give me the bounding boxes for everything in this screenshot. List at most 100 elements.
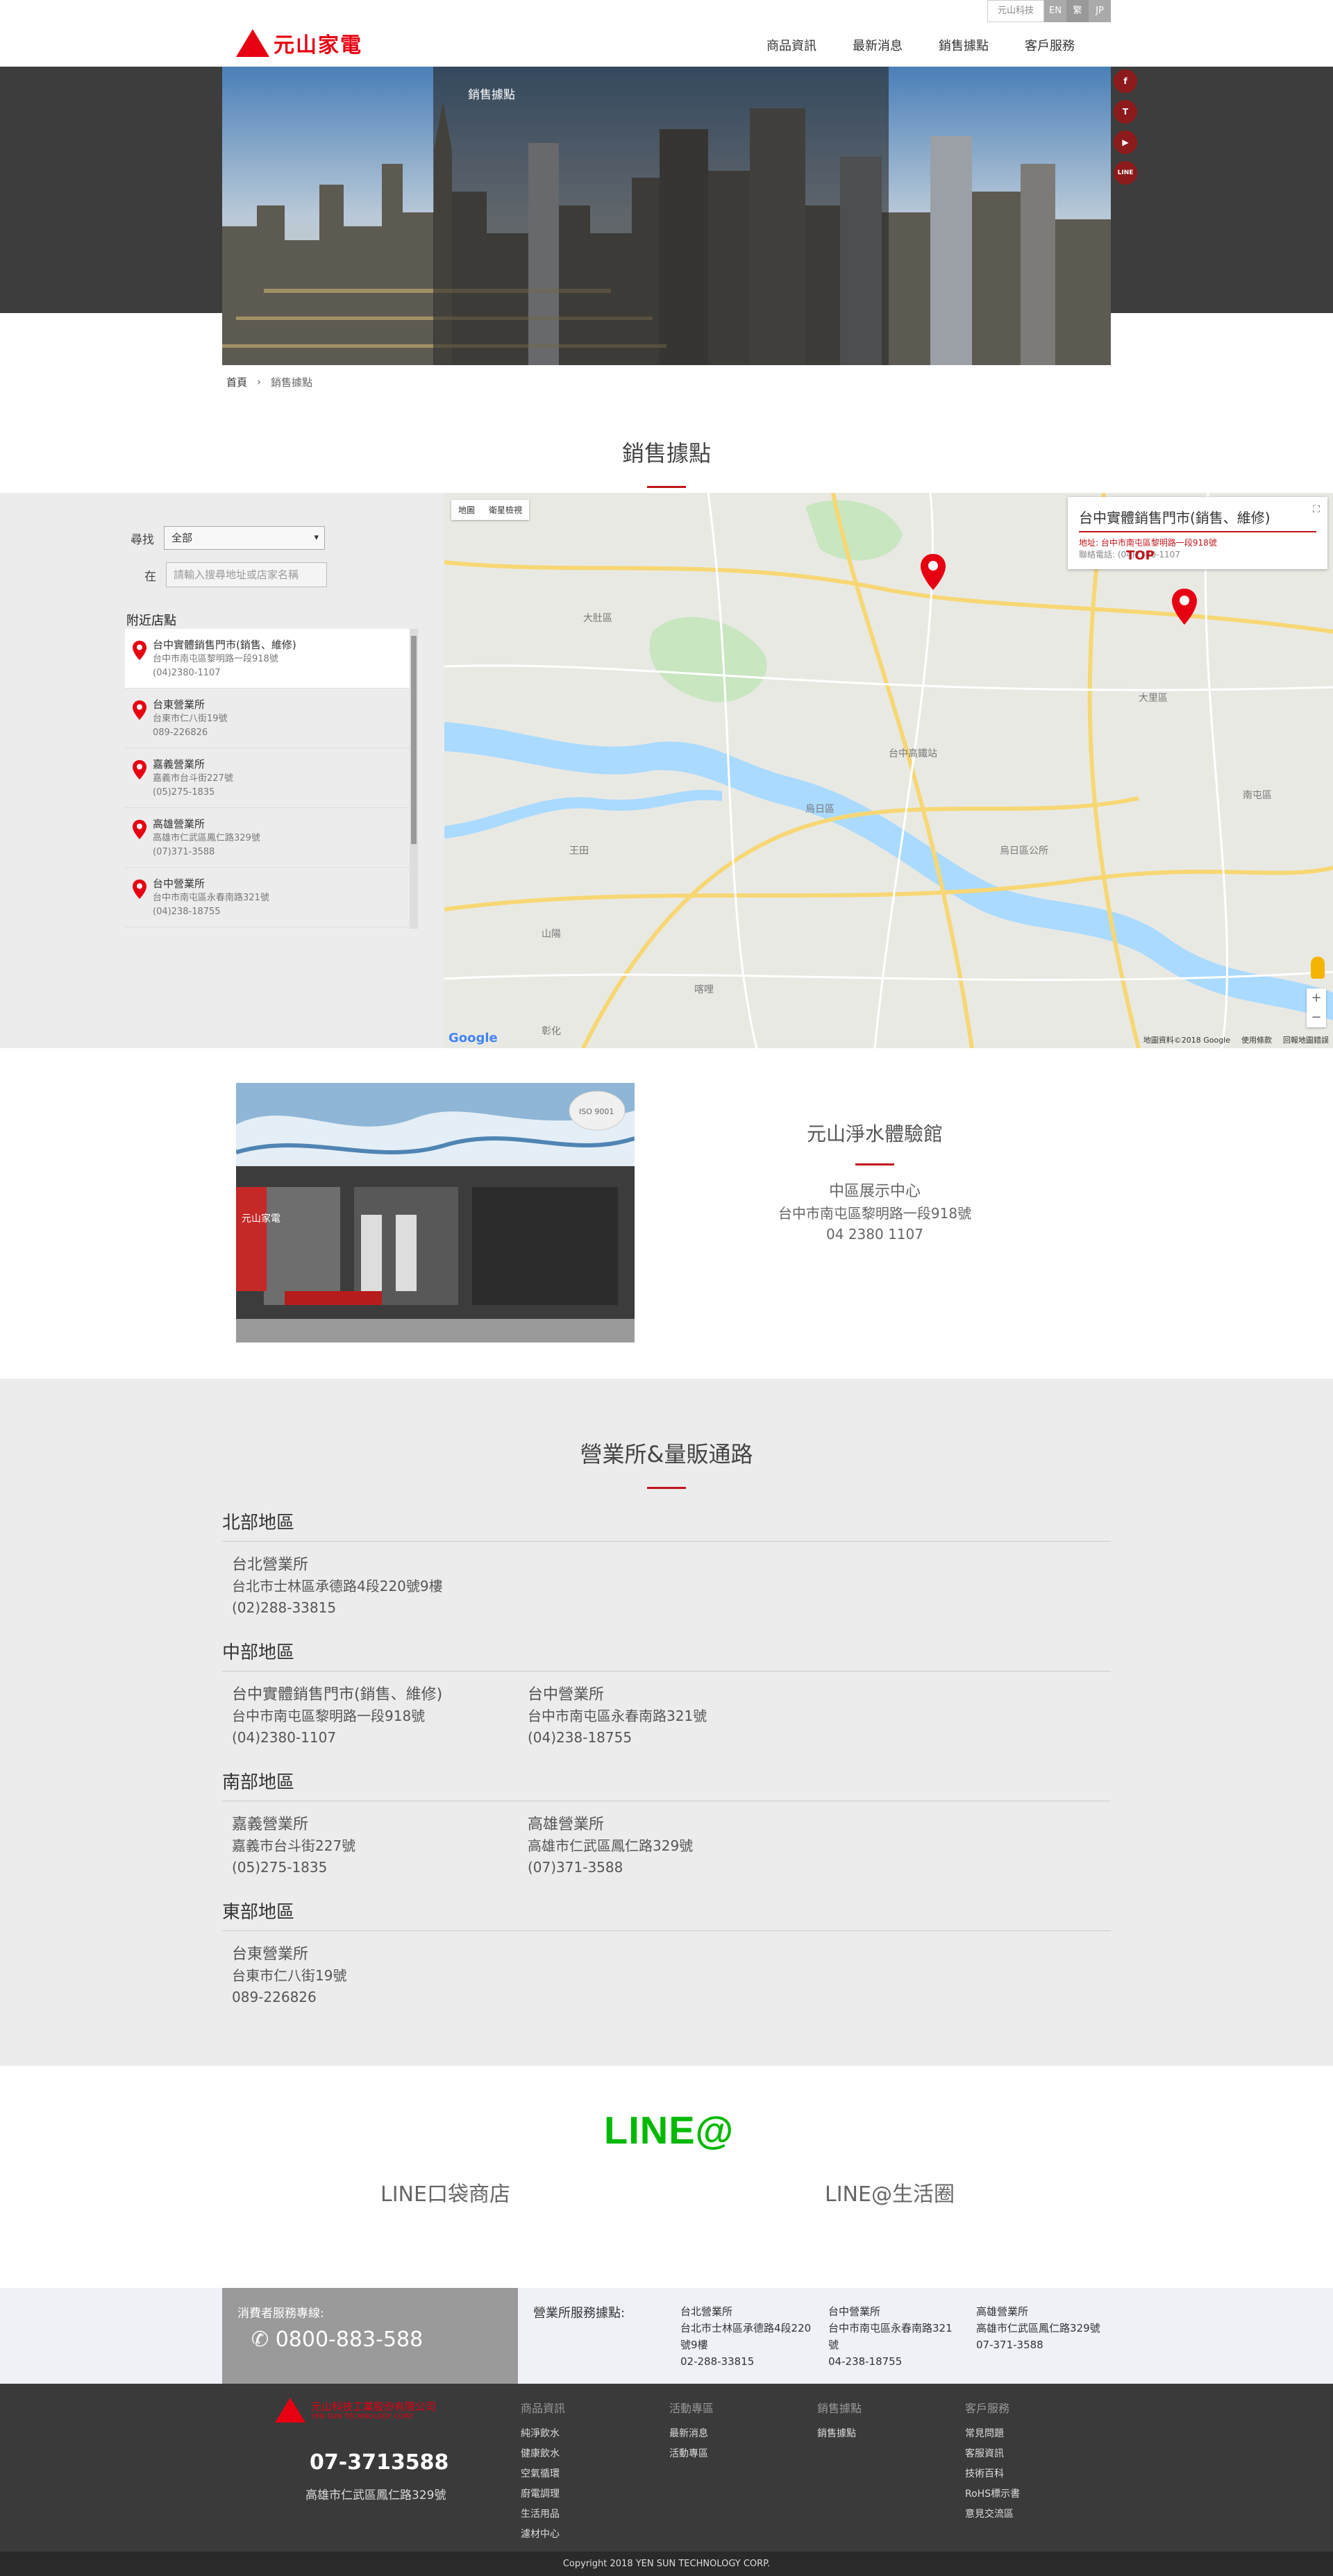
footer-link[interactable]: 技術百科	[965, 2464, 1020, 2484]
store-list-item[interactable]: 嘉義營業所 嘉義市台斗街227號 (05)275-1835	[125, 748, 410, 808]
branch-card: 台中實體銷售門市(銷售、維修) 台中市南屯區黎明路一段918號 (04)2380-1…	[232, 1684, 528, 1749]
zoom-out-button[interactable]: −	[1307, 1008, 1326, 1027]
locator-title: 銷售據點	[621, 440, 711, 466]
line-icon[interactable]: LINE	[1114, 161, 1137, 185]
footer-link[interactable]: 最新消息	[669, 2424, 714, 2444]
location-pin-icon	[133, 641, 146, 660]
store-list-item[interactable]: 台東營業所 台東市仁八街19號 089-226826	[125, 689, 410, 748]
footer-link[interactable]: 生活用品	[521, 2505, 565, 2525]
store-name: 嘉義營業所	[153, 758, 206, 771]
branch-phone: (05)275-1835	[232, 1859, 328, 1876]
fullscreen-icon[interactable]: ⛶	[1307, 500, 1326, 519]
branch-name: 台東營業所	[232, 1946, 309, 1963]
branch-name: 嘉義營業所	[232, 1816, 309, 1833]
footer-column-heading[interactable]: 客戶服務	[965, 2399, 1020, 2416]
main-nav: 商品資訊 最新消息 銷售據點 客戶服務	[766, 36, 1075, 54]
zoom-in-button[interactable]: +	[1307, 988, 1326, 1008]
nav-locations[interactable]: 銷售據點	[939, 36, 989, 54]
breadcrumb-home[interactable]: 首頁	[226, 375, 247, 389]
logo-text: 元山家電	[274, 33, 362, 58]
street-view-pegman-icon[interactable]	[1311, 957, 1325, 979]
nav-news[interactable]: 最新消息	[853, 36, 903, 54]
footer-column-heading[interactable]: 活動專區	[669, 2399, 714, 2416]
banner-overlay	[433, 67, 889, 365]
scrollbar-thumb[interactable]	[411, 636, 417, 844]
map-marker-icon[interactable]	[919, 553, 947, 591]
footer-link[interactable]: 純淨飲水	[521, 2424, 565, 2444]
store-list-scrollbar[interactable]	[410, 629, 418, 929]
branch-card: 台中營業所 台中市南屯區永春南路321號 (04)238-18755	[528, 1684, 823, 1749]
brand-site-link[interactable]: 元山科技	[987, 0, 1044, 22]
find-label: 尋找	[131, 532, 154, 547]
back-to-top-button[interactable]: TOP	[1126, 548, 1155, 563]
branch-name: 台中實體銷售門市(銷售、維修)	[232, 1686, 443, 1703]
footer-address: 高雄市仁武區鳳仁路329號	[305, 2489, 446, 2502]
region-title: 南部地區	[222, 1768, 1111, 1801]
store-list: 台中實體銷售門市(銷售、維修) 台中市南屯區黎明路一段918號 (04)2380-1…	[125, 629, 410, 929]
region-block: 北部地區 台北營業所 台北市士林區承德路4段220號9樓 (02)288-33815	[222, 1508, 1111, 1619]
site-logo[interactable]: 元山家電	[236, 28, 362, 58]
footer-link[interactable]: 健康飲水	[521, 2444, 565, 2464]
map-terms-link[interactable]: 使用條款	[1241, 1034, 1272, 1045]
lang-en[interactable]: EN	[1044, 0, 1066, 22]
branch-address: 台北市士林區承德路4段220號9樓	[232, 1578, 443, 1594]
region-select[interactable]: 全部	[164, 526, 325, 550]
region-block: 中部地區台中實體銷售門市(銷售、維修) 台中市南屯區黎明路一段918號 (04)23…	[222, 1638, 1111, 1749]
region-block: 南部地區 嘉義營業所 嘉義市台斗街227號 (05)275-1835 高雄營業所 高雄市仁…	[222, 1768, 1111, 1878]
office-kaohsiung: 高雄營業所 高雄市仁武區鳳仁路329號 07-371-3588	[976, 2305, 1100, 2351]
map-marker-icon[interactable]	[1171, 587, 1198, 626]
facebook-icon[interactable]: f	[1114, 69, 1137, 93]
footer-link[interactable]: 銷售據點	[817, 2424, 862, 2444]
map-type-satellite[interactable]: 衛星檢視	[482, 500, 529, 520]
store-phone: (04)2380-1107	[153, 668, 221, 678]
site-footer: 元山科技工業股份有限公司 YEN SUN TECHNOLOGY CORP. 07…	[0, 2384, 1333, 2552]
nav-service[interactable]: 客戶服務	[1025, 36, 1075, 54]
tumblr-icon[interactable]: T	[1114, 100, 1137, 124]
svg-text:山陽: 山陽	[542, 929, 561, 940]
region-title: 北部地區	[222, 1508, 1111, 1542]
footer-column-heading[interactable]: 商品資訊	[521, 2399, 565, 2416]
footer-logo[interactable]: 元山科技工業股份有限公司 YEN SUN TECHNOLOGY CORP.	[275, 2398, 436, 2423]
store-name: 台中營業所	[153, 877, 206, 890]
youtube-icon[interactable]: ▶	[1114, 131, 1137, 154]
google-map[interactable]: 大肚區 烏日區 大里區 台中高鐵站 烏日區公所 南屯區 王田 山陽 喀哩 彰化 …	[444, 493, 1333, 1048]
line-life-link[interactable]: LINE@生活圈	[825, 2177, 955, 2207]
info-address: 地址: 台中市南屯區黎明路一段918號	[1079, 538, 1217, 548]
footer-link[interactable]: 空氣循環	[521, 2464, 565, 2484]
footer-link[interactable]: 活動專區	[669, 2444, 714, 2464]
footer-link[interactable]: 客服資訊	[965, 2444, 1020, 2464]
store-list-item[interactable]: 高雄營業所 高雄市仁武區鳳仁路329號 (07)371-3588	[125, 808, 410, 868]
service-label: 營業所服務據點:	[533, 2306, 626, 2321]
svg-text:大肚區: 大肚區	[583, 613, 612, 624]
footer-column-heading[interactable]: 銷售據點	[817, 2399, 862, 2416]
lang-jp[interactable]: JP	[1089, 0, 1111, 22]
showroom-section: 元山家電 ISO 9001 元山淨水體驗館 中區展示中心 台中市南屯區黎明路一段…	[222, 1048, 1111, 1379]
nav-products[interactable]: 商品資訊	[766, 36, 816, 54]
svg-text:台中高鐵站: 台中高鐵站	[889, 748, 937, 759]
map-report-link[interactable]: 回報地圖錯誤	[1283, 1034, 1329, 1045]
footer-column: 客戶服務常見問題 客服資訊 技術百科 RoHS標示書 意見交流區	[965, 2399, 1020, 2525]
svg-text:元山家電: 元山家電	[242, 1213, 280, 1224]
footer-link[interactable]: 意見交流區	[965, 2505, 1020, 2525]
showroom-photo: 元山家電 ISO 9001	[236, 1083, 635, 1342]
footer-company-en: YEN SUN TECHNOLOGY CORP.	[311, 2412, 414, 2421]
footer-link[interactable]: 廚電調理	[521, 2484, 565, 2505]
footer-link[interactable]: 常見問題	[965, 2424, 1020, 2444]
line-shop-link[interactable]: LINE口袋商店	[380, 2177, 510, 2207]
hotline-number[interactable]: ✆ 0800-883-588	[237, 2327, 503, 2352]
location-pin-icon	[133, 700, 146, 720]
locator-panel: 尋找 全部 在 請輸入搜尋地址或店家名稱 附近店點 台中實體銷售門市(銷售、維修…	[125, 493, 444, 1048]
footer-link[interactable]: RoHS標示書	[965, 2484, 1020, 2505]
location-pin-icon	[133, 820, 146, 839]
hero-banner: 銷售據點 f T ▶ LINE	[0, 67, 1333, 365]
store-list-item[interactable]: 台中實體銷售門市(銷售、維修) 台中市南屯區黎明路一段918號 (04)2380-1…	[125, 629, 410, 689]
footer-column: 活動專區 最新消息 活動專區	[669, 2399, 714, 2464]
store-list-item[interactable]: 台中營業所 台中市南屯區永春南路321號 (04)238-18755	[125, 868, 410, 927]
info-title: 台中實體銷售門市(銷售、維修)	[1079, 507, 1316, 532]
address-search-input[interactable]: 請輸入搜尋地址或店家名稱	[166, 562, 327, 587]
footer-link[interactable]: 濾材中心	[521, 2525, 565, 2545]
store-phone: (04)238-18755	[153, 907, 221, 917]
region-title: 中部地區	[222, 1638, 1111, 1672]
lang-zh[interactable]: 繁	[1066, 0, 1089, 22]
map-type-map[interactable]: 地圖	[451, 500, 482, 520]
